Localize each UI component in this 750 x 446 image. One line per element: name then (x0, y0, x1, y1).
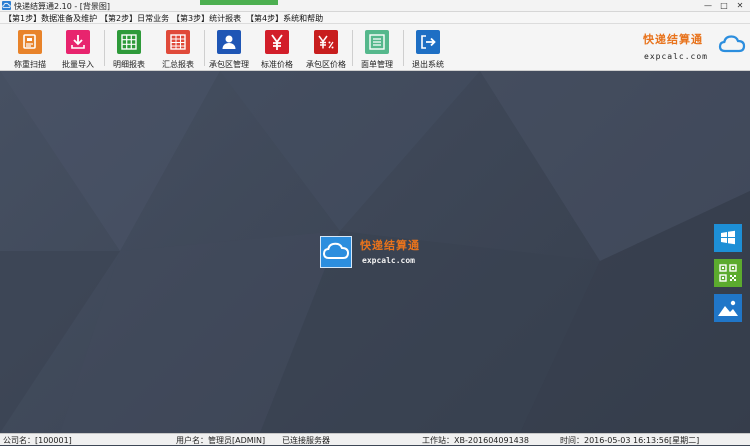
batch-import-button[interactable]: 批量导入 (55, 28, 101, 70)
brand-domain: expcalc.com (644, 52, 708, 61)
exit-arrow-icon (416, 30, 440, 54)
scale-scan-icon (18, 30, 42, 54)
close-button[interactable]: ✕ (732, 0, 748, 11)
yen-percent-icon (314, 30, 338, 54)
batch-import-label: 批量导入 (62, 60, 94, 69)
summary-report-label: 汇总报表 (162, 60, 194, 69)
detail-grid-icon (117, 30, 141, 54)
summary-report-button[interactable]: 汇总报表 (155, 28, 201, 70)
status-bar: 公司名：[100001] 用户名：管理员[ADMIN] 已连接服务器 工作站：X… (0, 433, 750, 445)
app-cloud-icon (2, 1, 11, 10)
contract-area-price-button[interactable]: 承包区价格 (303, 28, 349, 70)
download-import-icon (66, 30, 90, 54)
qr-code-side-button[interactable] (714, 259, 742, 287)
status-time: 时间：2016-05-03 16:13:56[星期二] (560, 436, 700, 445)
status-connection: 已连接服务器 (282, 436, 330, 445)
toolbar: 称重扫描 批量导入 明细报表 汇总报表 承包区管理 标准价格 承包区价格 面单管… (0, 24, 750, 71)
user-icon (217, 30, 241, 54)
waybill-manage-label: 面单管理 (361, 60, 393, 69)
yen-icon (265, 30, 289, 54)
center-cloud-icon (320, 236, 352, 268)
maximize-button[interactable]: □ (716, 0, 732, 11)
center-brand-domain: expcalc.com (362, 256, 415, 265)
weigh-scan-button[interactable]: 称重扫描 (7, 28, 53, 70)
center-logo: 快递结算通 expcalc.com (320, 236, 440, 270)
status-workstation: 工作站：XB-201604091438 (422, 436, 529, 445)
menu-step2[interactable]: 【第2步】日常业务 (100, 13, 169, 24)
list-doc-icon (365, 30, 389, 54)
image-side-button[interactable] (714, 294, 742, 322)
window-title: 快递结算通2.10 - [背景图] (14, 2, 111, 11)
status-company: 公司名：[100001] (3, 436, 72, 445)
main-background: 快递结算通 expcalc.com (0, 71, 750, 433)
status-user: 用户名：管理员[ADMIN] (176, 436, 266, 445)
contract-area-manage-button[interactable]: 承包区管理 (206, 28, 252, 70)
cloud-icon (718, 31, 746, 61)
windows-side-button[interactable] (714, 224, 742, 252)
summary-grid-icon (166, 30, 190, 54)
exit-system-button[interactable]: 退出系统 (405, 28, 451, 70)
windows-icon (721, 230, 735, 245)
menu-bar: 【第1步】数据准备及维护 【第2步】日常业务 【第3步】统计报表 【第4步】系统… (0, 12, 750, 24)
brand-logo: 快递结算通 expcalc.com (640, 27, 750, 67)
detail-report-button[interactable]: 明细报表 (106, 28, 152, 70)
brand-name: 快递结算通 (643, 33, 703, 46)
menu-step1[interactable]: 【第1步】数据准备及维护 (4, 13, 97, 24)
menu-step4[interactable]: 【第4步】系统和帮助 (246, 13, 323, 24)
exit-system-label: 退出系统 (412, 60, 444, 69)
title-bar: 快递结算通2.10 - [背景图] — □ ✕ (0, 0, 750, 12)
qr-code-icon (719, 264, 737, 282)
green-strip (200, 0, 278, 5)
standard-price-button[interactable]: 标准价格 (254, 28, 300, 70)
contract-area-price-label: 承包区价格 (306, 60, 346, 69)
menu-step3[interactable]: 【第3步】统计报表 (172, 13, 241, 24)
mountain-image-icon (718, 300, 738, 316)
waybill-manage-button[interactable]: 面单管理 (354, 28, 400, 70)
minimize-button[interactable]: — (700, 0, 716, 11)
center-brand-name: 快递结算通 (360, 239, 420, 252)
